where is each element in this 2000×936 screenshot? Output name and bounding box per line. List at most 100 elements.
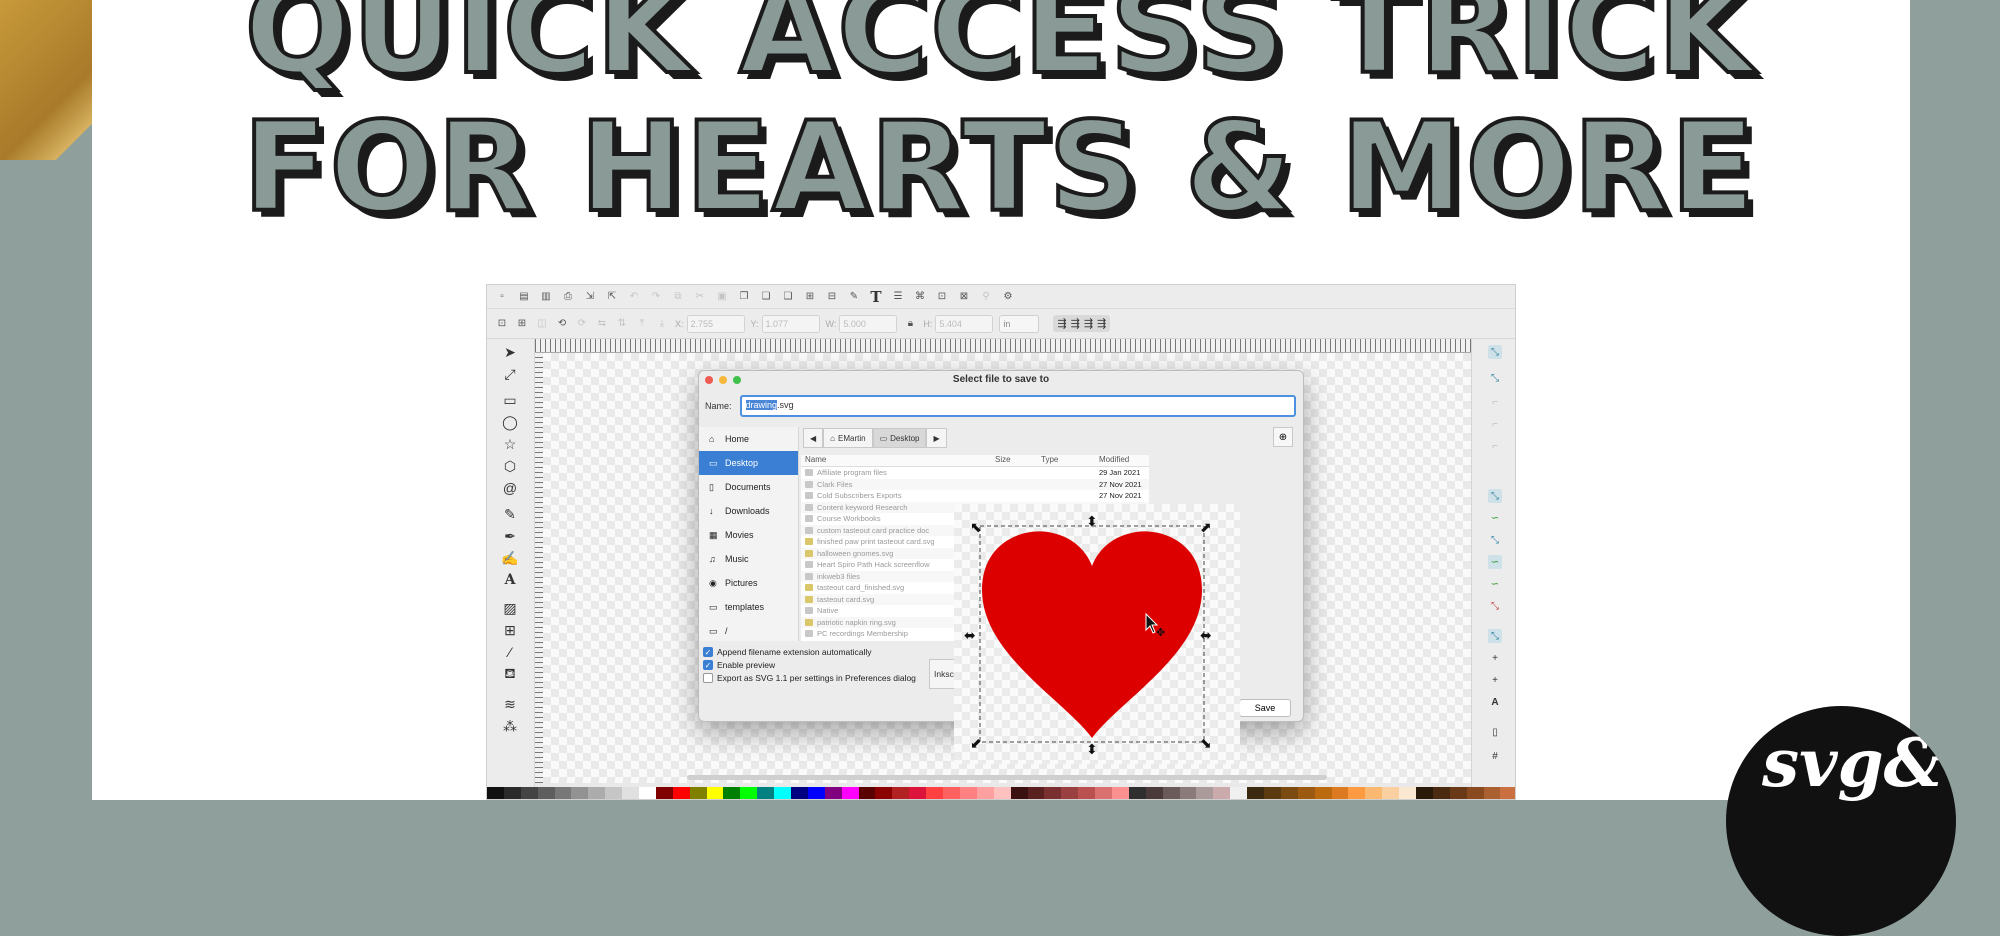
select-all-layers-icon[interactable]: ⊞ — [515, 317, 529, 331]
palette-swatch[interactable] — [503, 787, 521, 799]
tweak-tool-icon[interactable]: ≋ — [501, 695, 519, 713]
palette-swatch[interactable] — [1027, 787, 1045, 799]
place-root[interactable]: ▭ / — [699, 619, 798, 643]
palette-swatch[interactable] — [537, 787, 555, 799]
paint-bucket-icon[interactable]: ⛾ — [501, 665, 519, 683]
selector-tool-icon[interactable]: ➤ — [501, 343, 519, 361]
new-folder-button[interactable]: ⊕ — [1273, 427, 1293, 447]
calligraphy-tool-icon[interactable]: ✍ — [501, 549, 519, 567]
palette-swatch[interactable] — [672, 787, 690, 799]
palette-swatch[interactable] — [858, 787, 876, 799]
checkbox-checked-icon[interactable]: ✓ — [703, 646, 713, 657]
align-icon[interactable]: ⊡ — [935, 290, 949, 304]
palette-swatch[interactable] — [757, 787, 775, 799]
palette-swatch[interactable] — [993, 787, 1011, 799]
x-field[interactable]: X: 2.755 — [675, 314, 745, 333]
palette-swatch[interactable] — [520, 787, 538, 799]
palette-swatch[interactable] — [1331, 787, 1349, 799]
palette-swatch[interactable] — [1280, 787, 1298, 799]
spiral-tool-icon[interactable]: @ — [501, 479, 519, 497]
w-field[interactable]: W: 5.000 — [826, 314, 898, 333]
palette-swatch[interactable] — [892, 787, 910, 799]
text-tool-icon[interactable]: T — [869, 288, 883, 306]
palette-swatch[interactable] — [1500, 787, 1515, 799]
palette-swatch[interactable] — [1483, 787, 1501, 799]
palette-swatch[interactable] — [1111, 787, 1129, 799]
maximize-window-icon[interactable] — [733, 376, 741, 384]
palette-swatch[interactable] — [926, 787, 944, 799]
palette-swatch[interactable] — [1061, 787, 1079, 799]
palette-swatch[interactable] — [875, 787, 893, 799]
place-desktop[interactable]: ▭ Desktop — [699, 451, 798, 475]
snap-bbox-corner-icon[interactable]: ⌐ — [1488, 417, 1502, 431]
place-music[interactable]: ♫ Music — [699, 547, 798, 571]
palette-swatch[interactable] — [841, 787, 859, 799]
palette-swatch[interactable] — [487, 787, 504, 799]
redo-icon[interactable]: ↷ — [649, 290, 663, 304]
checkbox-checked-icon[interactable]: ✓ — [703, 659, 713, 670]
save-icon[interactable]: ▥ — [539, 290, 553, 304]
raise-icon[interactable]: ⤒ — [635, 317, 649, 331]
group-icon[interactable]: ⊞ — [803, 290, 817, 304]
palette-swatch[interactable] — [723, 787, 741, 799]
text-tool-icon[interactable]: A — [501, 571, 519, 589]
flip-h-icon[interactable]: ⇆ — [595, 317, 609, 331]
minimize-window-icon[interactable] — [719, 376, 727, 384]
place-movies[interactable]: ▦ Movies — [699, 523, 798, 547]
palette-swatch[interactable] — [622, 787, 640, 799]
file-row[interactable]: Affiliate program files 29 Jan 2021 — [801, 467, 1149, 479]
palette-swatch[interactable] — [1128, 787, 1146, 799]
spray-tool-icon[interactable]: ⁂ — [501, 717, 519, 735]
palette-swatch[interactable] — [571, 787, 589, 799]
copy-icon[interactable]: ⧉ — [671, 290, 685, 304]
palette-swatch[interactable] — [1145, 787, 1163, 799]
snap-bbox-mid-icon[interactable]: ⌐ — [1488, 439, 1502, 453]
palette-swatch[interactable] — [807, 787, 825, 799]
place-downloads[interactable]: ↓ Downloads — [699, 499, 798, 523]
heart-preview[interactable]: ⬉ ⬍ ⬈ ⬌ ⬌ ⬋ ⬍ ⬊ ✥ — [954, 504, 1240, 764]
paste-icon[interactable]: ▣ — [715, 290, 729, 304]
save-button[interactable]: Save — [1239, 699, 1291, 717]
column-modified[interactable]: Modified — [1095, 455, 1149, 466]
fill-stroke-icon[interactable]: ✎ — [847, 290, 861, 304]
snap-bbox-edge-icon[interactable]: ⌐ — [1488, 395, 1502, 409]
palette-swatch[interactable] — [774, 787, 792, 799]
palette-swatch[interactable] — [1044, 787, 1062, 799]
option-append-extension[interactable]: ✓ Append filename extension automatically — [703, 645, 916, 658]
palette-swatch[interactable] — [1230, 787, 1248, 799]
palette-swatch[interactable] — [959, 787, 977, 799]
palette-swatch[interactable] — [1314, 787, 1332, 799]
import-icon[interactable]: ⇲ — [583, 290, 597, 304]
file-row[interactable]: Cold Subscribers Exports 27 Nov 2021 — [801, 490, 1149, 502]
move-patterns-icon[interactable]: ⇶ — [1097, 317, 1106, 330]
deselect-icon[interactable]: ◫ — [535, 317, 549, 331]
export-icon[interactable]: ⇱ — [605, 290, 619, 304]
palette-swatch[interactable] — [1162, 787, 1180, 799]
rotate-90-icon[interactable]: ⟲ — [555, 317, 569, 331]
h-field[interactable]: H: 5.404 — [923, 314, 994, 333]
crumb-desktop[interactable]: ▭ Desktop — [872, 428, 927, 448]
snap-intersection-icon[interactable]: ⤡ — [1488, 533, 1502, 547]
option-enable-preview[interactable]: ✓ Enable preview — [703, 658, 916, 671]
snap-page-icon[interactable]: ▯ — [1488, 725, 1502, 739]
snap-paths-icon[interactable]: ∽ — [1488, 511, 1502, 525]
layers-icon[interactable]: ☰ — [891, 290, 905, 304]
palette-swatch[interactable] — [1399, 787, 1416, 799]
file-row[interactable]: Clark Files 27 Nov 2021 — [801, 478, 1149, 490]
select-all-icon[interactable]: ⊡ — [495, 317, 509, 331]
undo-icon[interactable]: ↶ — [627, 290, 641, 304]
palette-swatch[interactable] — [791, 787, 808, 799]
xml-editor-icon[interactable]: ⌘ — [913, 290, 927, 304]
snap-enable-icon[interactable]: ⤡ — [1488, 345, 1502, 359]
scale-corners-icon[interactable]: ⇶ — [1071, 317, 1080, 330]
back-button[interactable]: ◀ — [803, 428, 824, 448]
move-gradients-icon[interactable]: ⇶ — [1084, 317, 1093, 330]
scale-stroke-icon[interactable]: ⇶ — [1057, 317, 1066, 330]
snap-cusp-icon[interactable]: ∽ — [1488, 555, 1502, 569]
option-export-svg11[interactable]: Export as SVG 1.1 per settings in Prefer… — [703, 671, 916, 684]
clone-icon[interactable]: ❏ — [759, 290, 773, 304]
palette-swatch[interactable] — [1213, 787, 1231, 799]
column-size[interactable]: Size — [991, 455, 1037, 466]
palette-swatch[interactable] — [824, 787, 842, 799]
palette-swatch[interactable] — [554, 787, 572, 799]
